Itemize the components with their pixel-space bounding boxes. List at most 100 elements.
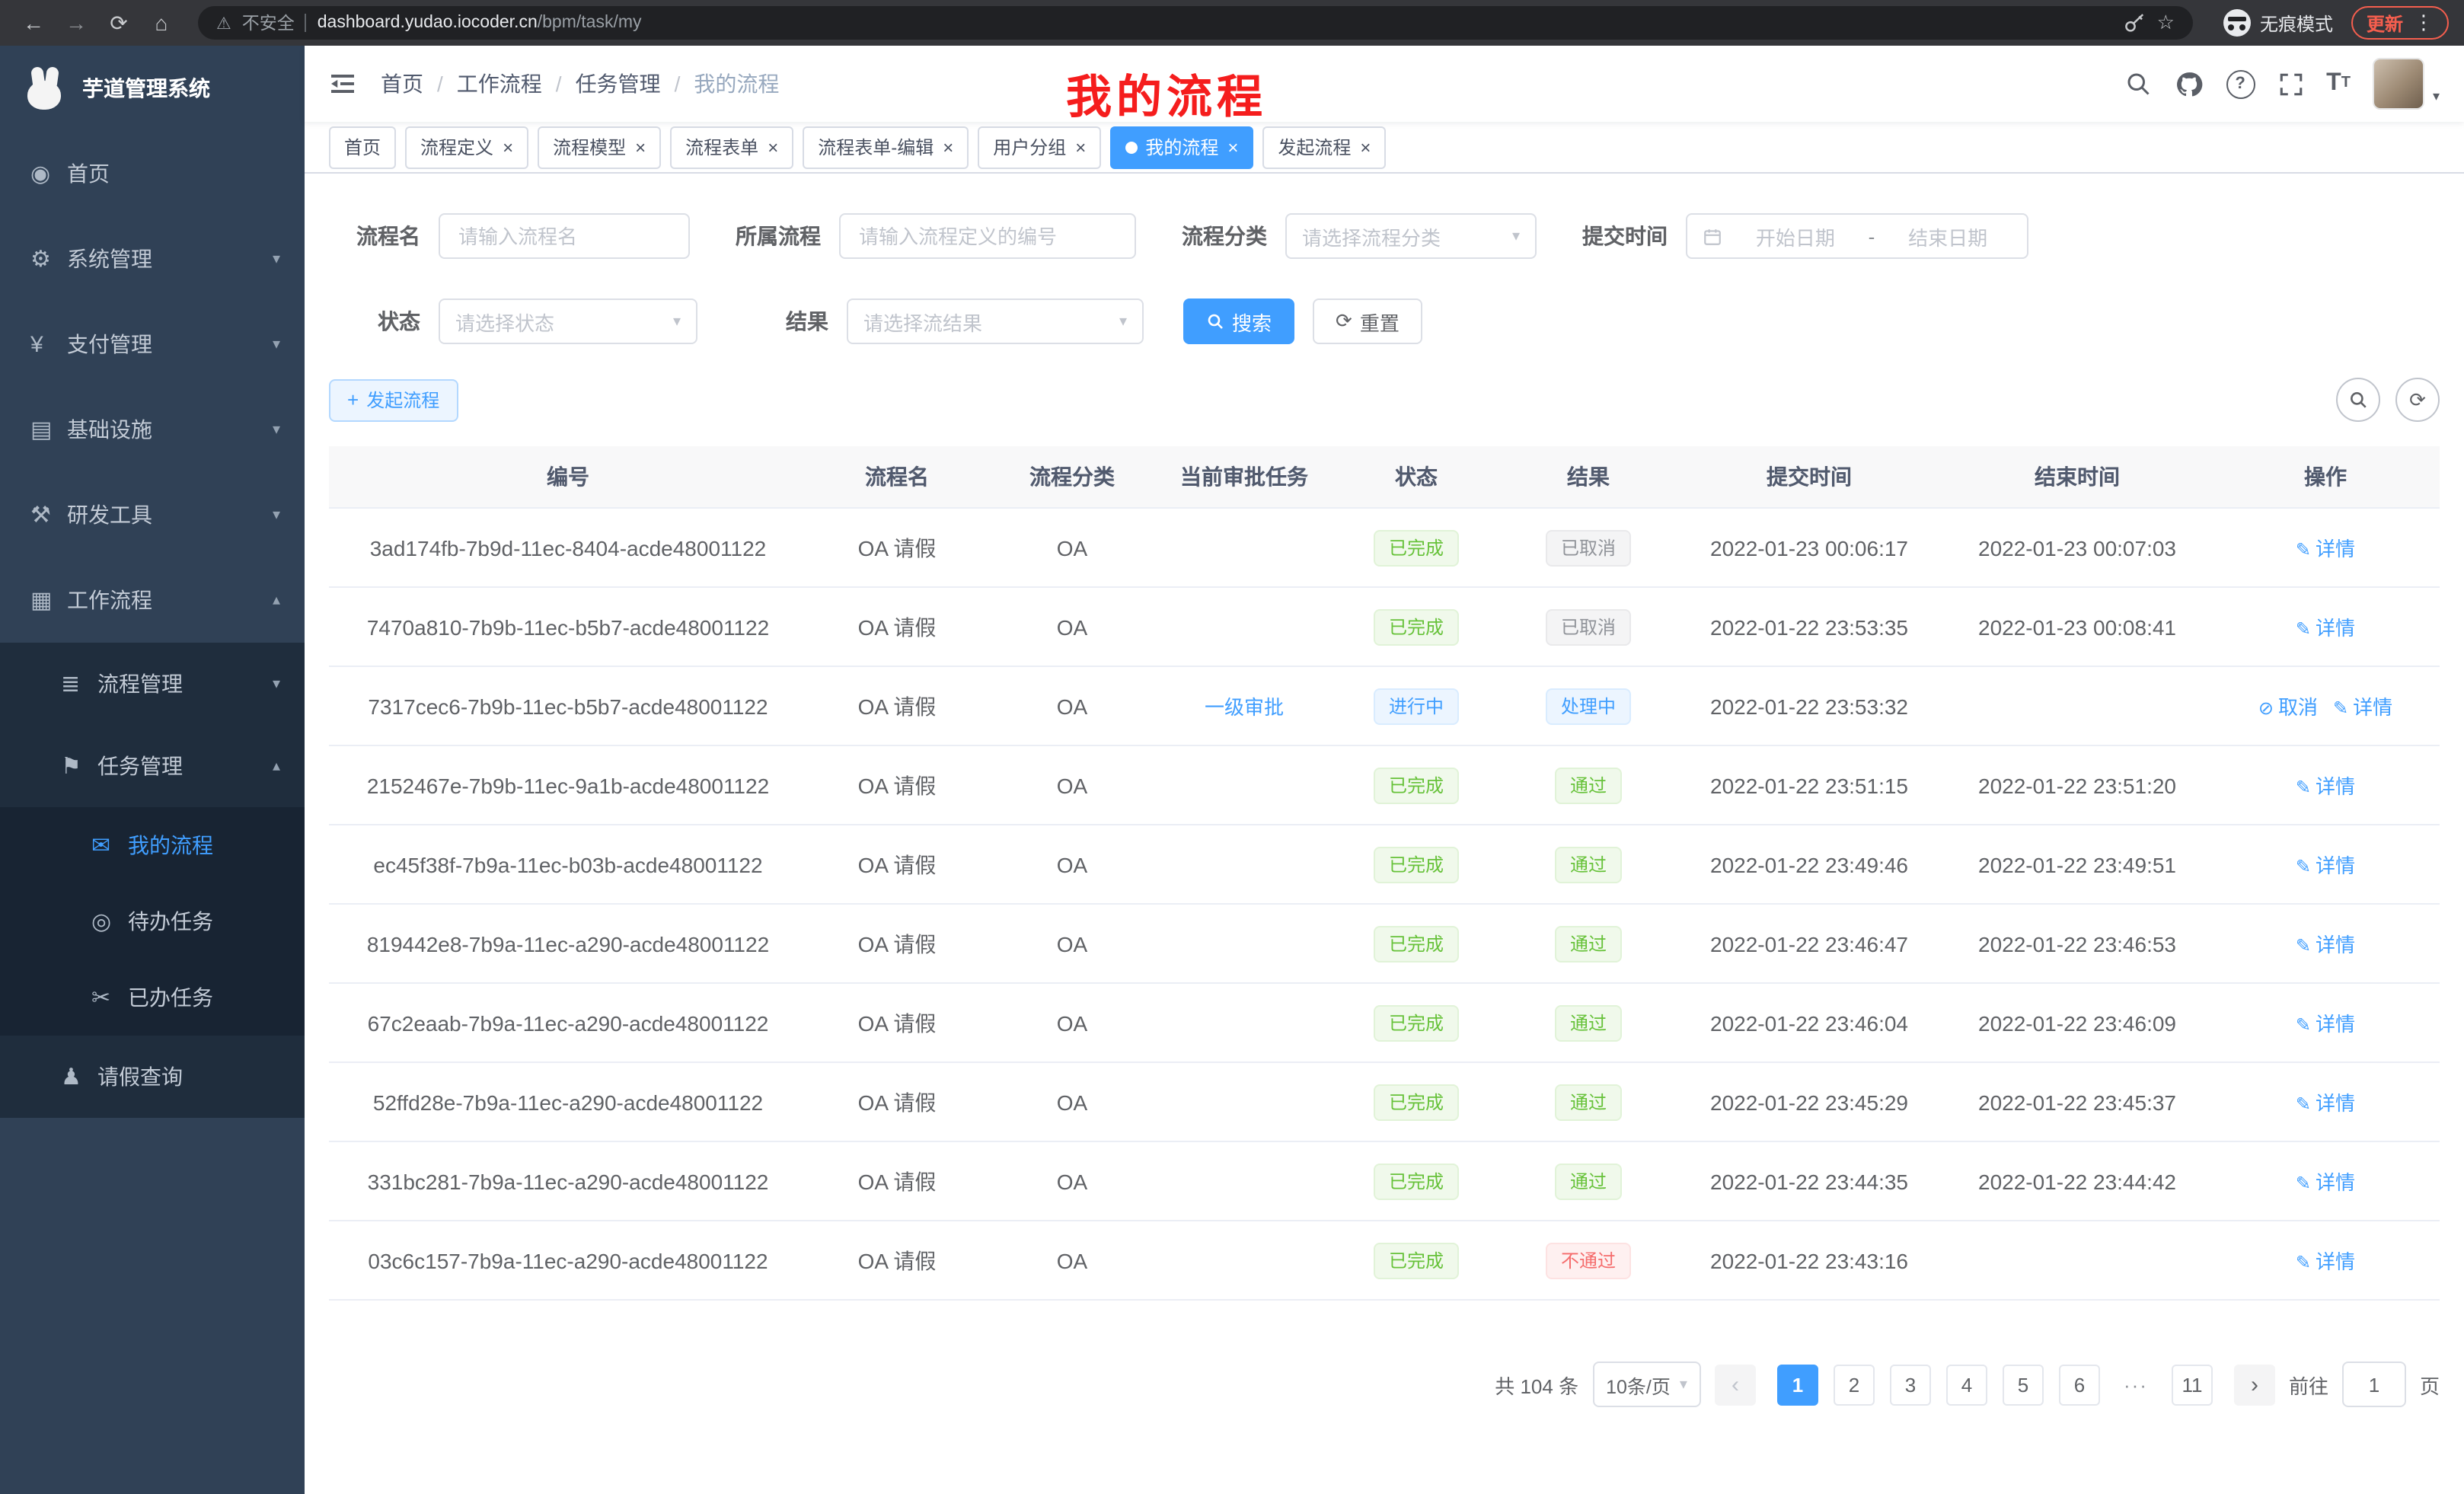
tab-my-process[interactable]: 我的流程× [1110, 126, 1253, 168]
close-icon[interactable]: × [1227, 136, 1238, 158]
kebab-menu-icon[interactable]: ⋮ [2414, 11, 2434, 35]
end-date-placeholder[interactable]: 结束日期 [1884, 222, 2012, 251]
column-header: 结果 [1502, 446, 1675, 508]
cell-submit-time: 2022-01-22 23:46:04 [1675, 983, 1943, 1062]
close-icon[interactable]: × [503, 136, 513, 158]
sidebar-item-devtools[interactable]: ⚒研发工具▾ [0, 472, 305, 557]
detail-link[interactable]: ✎详情 [2296, 538, 2355, 560]
url: dashboard.yudao.iocoder.cn/bpm/task/my [318, 14, 642, 32]
avatar[interactable] [2373, 58, 2425, 110]
sidebar-item-done-task[interactable]: ✂已办任务 [0, 959, 305, 1036]
status-tag: 通过 [1555, 846, 1622, 883]
key-icon[interactable] [2124, 11, 2146, 34]
sidebar-item-payment[interactable]: ¥支付管理▾ [0, 302, 305, 387]
detail-link[interactable]: ✎详情 [2296, 1171, 2355, 1194]
sidebar-item-todo-task[interactable]: ◎待办任务 [0, 883, 305, 959]
detail-link[interactable]: ✎详情 [2296, 775, 2355, 798]
help-icon[interactable]: ? [2226, 69, 2255, 98]
sidebar-item-infrastructure[interactable]: ▤基础设施▾ [0, 387, 305, 472]
user-menu[interactable]: ▾ [2373, 58, 2440, 110]
page-button-4[interactable]: 4 [1946, 1364, 1987, 1405]
detail-link[interactable]: ✎详情 [2296, 617, 2355, 640]
page-button-2[interactable]: 2 [1834, 1364, 1875, 1405]
refresh-table-button[interactable]: ⟳ [2395, 378, 2440, 422]
reset-button[interactable]: ⟳ 重置 [1313, 298, 1422, 344]
cell-process-name: OA 请假 [807, 666, 987, 745]
detail-link[interactable]: ✎详情 [2333, 696, 2392, 719]
result-select[interactable]: 请选择流结果▾ [847, 298, 1144, 344]
forward-button[interactable]: → [58, 5, 94, 41]
cell-actions: ✎详情 [2211, 508, 2440, 587]
breadcrumb-item[interactable]: 任务管理 [576, 69, 661, 99]
detail-link[interactable]: ✎详情 [2296, 1250, 2355, 1273]
start-date-placeholder[interactable]: 开始日期 [1732, 222, 1859, 251]
home-icon: ◉ [30, 160, 67, 187]
show-search-button[interactable] [2336, 378, 2380, 422]
fullscreen-icon[interactable] [2277, 71, 2303, 97]
close-icon[interactable]: × [768, 136, 778, 158]
sidebar-item-home[interactable]: ◉首页 [0, 131, 305, 216]
tab-process-form-edit[interactable]: 流程表单-编辑× [803, 126, 969, 168]
page-size-select[interactable]: 10条/页▾ [1592, 1362, 1701, 1407]
goto-page-input[interactable] [2342, 1362, 2406, 1407]
cancel-link[interactable]: ⊘取消 [2258, 696, 2318, 719]
cell-end-time: 2022-01-22 23:46:53 [1943, 904, 2211, 983]
search-button[interactable]: 搜索 [1183, 298, 1294, 344]
github-icon[interactable] [2174, 69, 2203, 98]
search-icon[interactable] [2124, 70, 2151, 97]
home-button[interactable]: ⌂ [143, 5, 180, 41]
tab-process-form[interactable]: 流程表单 × [670, 126, 793, 168]
detail-link[interactable]: ✎详情 [2296, 1013, 2355, 1036]
detail-link[interactable]: ✎详情 [2296, 854, 2355, 877]
next-page-button[interactable]: › [2234, 1364, 2275, 1405]
top-navbar: 首页/工作流程/任务管理/我的流程 我的流程 ? TT [305, 46, 2464, 122]
font-size-icon[interactable]: TT [2326, 72, 2351, 96]
detail-link[interactable]: ✎详情 [2296, 934, 2355, 956]
page-button-1[interactable]: 1 [1777, 1364, 1818, 1405]
prev-page-button[interactable]: ‹ [1715, 1364, 1756, 1405]
sidebar-item-task-manage[interactable]: ⚑任务管理▴ [0, 725, 305, 807]
tab-home[interactable]: 首页 [329, 126, 396, 168]
close-icon[interactable]: × [635, 136, 646, 158]
breadcrumb-item[interactable]: 工作流程 [457, 69, 542, 99]
page-button-3[interactable]: 3 [1890, 1364, 1931, 1405]
tab-process-model[interactable]: 流程模型× [538, 126, 661, 168]
close-icon[interactable]: × [1075, 136, 1086, 158]
status-select[interactable]: 请选择状态▾ [439, 298, 697, 344]
table-row: ec45f38f-7b9a-11ec-b03b-acde48001122OA 请… [329, 825, 2440, 904]
reload-button[interactable]: ⟳ [101, 5, 137, 41]
page-button-11[interactable]: 11 [2172, 1364, 2213, 1405]
sidebar-item-workflow[interactable]: ▦工作流程▴ [0, 557, 305, 643]
close-icon[interactable]: × [943, 136, 953, 158]
cell-category: OA [987, 825, 1157, 904]
breadcrumb-item[interactable]: 首页 [381, 69, 423, 99]
category-select[interactable]: 请选择流程分类▾ [1285, 213, 1537, 259]
sidebar-item-leave-query[interactable]: ♟请假查询 [0, 1036, 305, 1118]
detail-link[interactable]: ✎详情 [2296, 1092, 2355, 1115]
tab-label: 流程表单 [685, 134, 758, 160]
page-button-5[interactable]: 5 [2003, 1364, 2044, 1405]
star-icon[interactable]: ☆ [2157, 11, 2175, 35]
close-icon[interactable]: × [1360, 136, 1371, 158]
process-def-input[interactable] [839, 213, 1136, 259]
submit-time-range[interactable]: 开始日期 - 结束日期 [1686, 213, 2028, 259]
back-button[interactable]: ← [15, 5, 52, 41]
page-button-6[interactable]: 6 [2059, 1364, 2100, 1405]
cell-result: 通过 [1502, 904, 1675, 983]
tab-start-process[interactable]: 发起流程× [1262, 126, 1386, 168]
process-name-input[interactable] [439, 213, 690, 259]
tab-process-definition[interactable]: 流程定义× [405, 126, 528, 168]
update-button[interactable]: 更新 ⋮ [2351, 6, 2449, 40]
sidebar-item-process-manage[interactable]: ≣流程管理▾ [0, 643, 305, 725]
tab-user-group[interactable]: 用户分组× [978, 126, 1101, 168]
sidebar-item-my-process[interactable]: ✉我的流程 [0, 807, 305, 883]
sidebar-item-system[interactable]: ⚙系统管理▾ [0, 216, 305, 302]
sidebar-toggle-icon[interactable] [329, 70, 356, 97]
process-def-input-field[interactable] [856, 223, 1119, 249]
pager-ellipsis[interactable]: ··· [2115, 1364, 2156, 1405]
address-bar[interactable]: ⚠ 不安全 dashboard.yudao.iocoder.cn/bpm/tas… [198, 6, 2193, 40]
cell-current-task [1157, 1062, 1331, 1141]
task-link[interactable]: 一级审批 [1205, 696, 1284, 719]
start-process-button[interactable]: + 发起流程 [329, 378, 458, 421]
process-name-input-field[interactable] [455, 223, 673, 249]
